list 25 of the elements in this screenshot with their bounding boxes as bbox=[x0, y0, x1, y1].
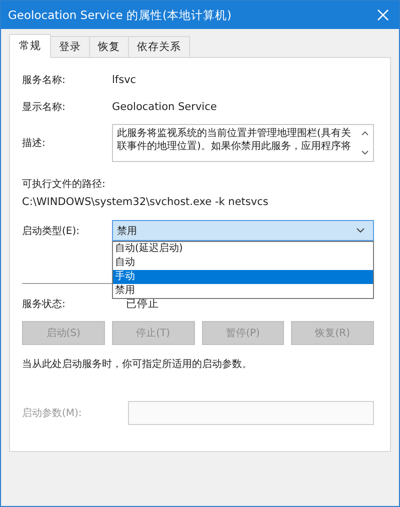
field-label: 可执行文件的路径: bbox=[22, 178, 106, 191]
field-value: lfsvc bbox=[112, 74, 136, 86]
close-icon[interactable] bbox=[377, 9, 389, 21]
field-label: 启动参数(M): bbox=[22, 406, 83, 420]
hint-text: 当从此处启动服务时，你可指定所适用的启动参数。 bbox=[22, 358, 253, 371]
path-text: C:\WINDOWS\system32\svchost.exe -k netsvcs bbox=[22, 196, 270, 208]
field-label: 服务名称: bbox=[22, 74, 66, 87]
dropdown-option[interactable]: 自动(延迟启动) bbox=[113, 242, 373, 256]
field-label: 启动类型(E): bbox=[22, 224, 80, 238]
field-label: 显示名称: bbox=[22, 101, 66, 114]
field-label: 服务状态: bbox=[22, 298, 66, 311]
dropdown-option[interactable]: 禁用 bbox=[113, 284, 373, 298]
description-box[interactable]: 此服务将监视系统的当前位置并管理地理围栏(具有关联事件的地理位置)。如果你禁用此服务，应用程序将 bbox=[112, 124, 374, 162]
tab[interactable]: 常规 bbox=[9, 34, 51, 58]
dropdown-option[interactable]: 手动 bbox=[113, 270, 373, 284]
scroll-down-icon[interactable] bbox=[361, 150, 369, 155]
scroll-up-icon[interactable] bbox=[361, 131, 369, 136]
startup-type-dropdown[interactable]: 禁用 bbox=[112, 220, 374, 241]
tab[interactable]: 依存关系 bbox=[128, 36, 190, 57]
window-title: Geolocation Service 的属性(本地计算机) bbox=[8, 8, 232, 22]
field-value: Geolocation Service bbox=[112, 101, 217, 113]
status-value: 已停止 bbox=[126, 297, 159, 311]
caret-icon bbox=[356, 228, 365, 233]
field-label: 描述: bbox=[22, 136, 46, 150]
dropdown-option[interactable]: 自动 bbox=[113, 256, 373, 270]
